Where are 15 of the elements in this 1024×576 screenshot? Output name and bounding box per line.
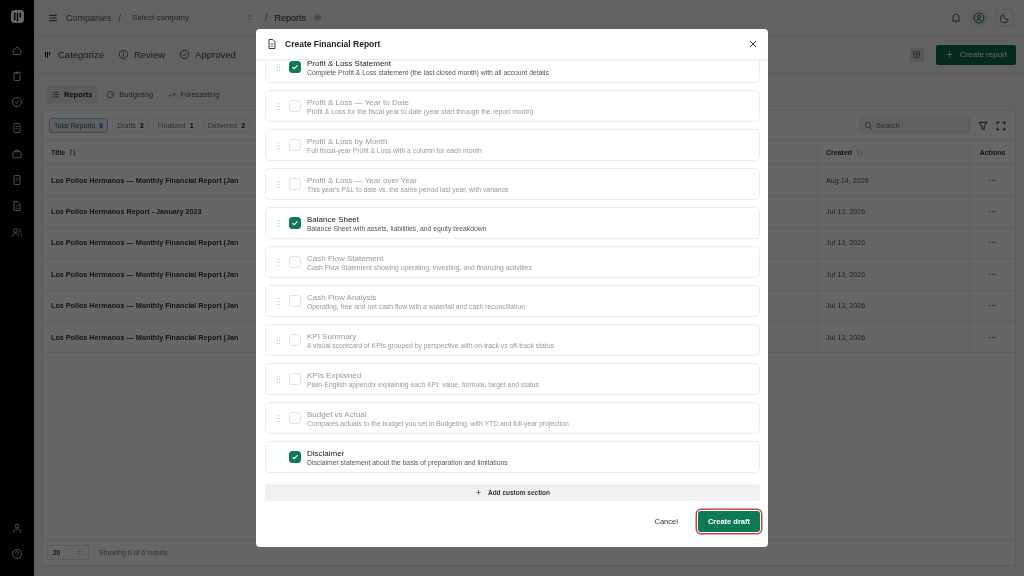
section-title: KPI Summary [307,332,358,341]
section-title: Cash Flow Analysis [307,293,378,302]
section-title: Profit & Loss by Month [307,137,389,146]
section-title: Cash Flow Statement [307,254,385,263]
section-title: Budget vs Actual [307,410,368,419]
breadcrumb-separator: / [264,12,268,23]
section-title: Profit & Loss — Year to Date [307,98,410,107]
dialog-title: Create Financial Report [285,39,381,49]
section-title: Profit & Loss — Year over Year [307,176,418,185]
section-title: KPIs Explained [307,371,363,380]
section-title: Disclaimer [307,449,346,458]
section-title: Balance Sheet [307,215,361,224]
section-title: Profit & Loss Statement [307,60,393,68]
breadcrumb-current: Reports [274,12,306,23]
breadcrumb-separator: / [118,12,122,23]
